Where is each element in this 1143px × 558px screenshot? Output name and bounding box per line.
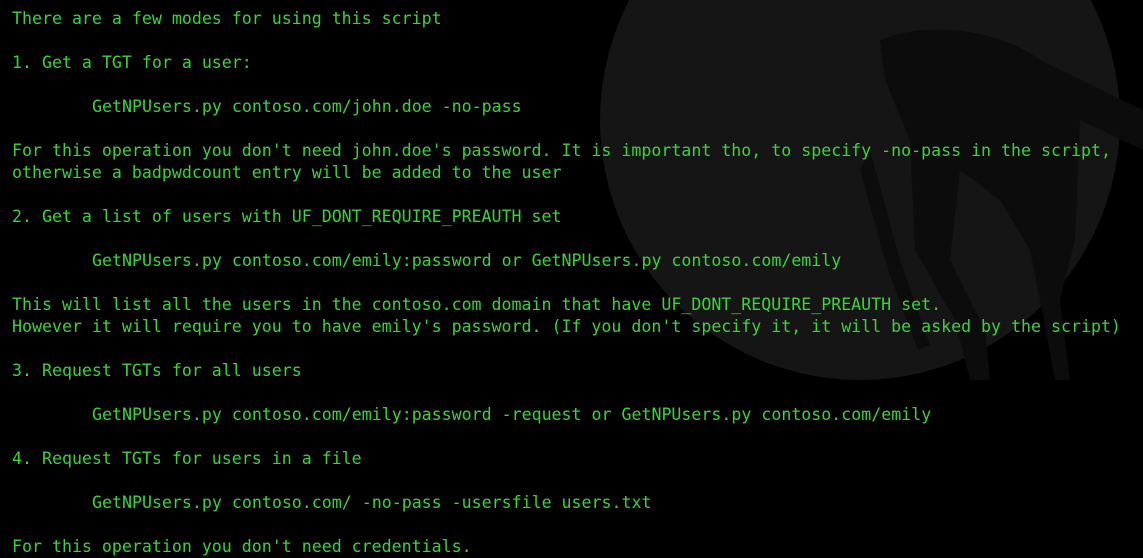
terminal-line: GetNPUsers.py contoso.com/john.doe -no-p…	[92, 97, 522, 116]
terminal-line: GetNPUsers.py contoso.com/ -no-pass -use…	[92, 493, 652, 512]
terminal-line: For this operation you don't need creden…	[12, 537, 472, 556]
terminal-line: However it will require you to have emil…	[12, 317, 1121, 336]
terminal-line: For this operation you don't need john.d…	[12, 141, 1111, 160]
terminal-window[interactable]: There are a few modes for using this scr…	[0, 0, 1143, 558]
terminal-line: 3. Request TGTs for all users	[12, 361, 302, 380]
terminal-output: There are a few modes for using this scr…	[12, 8, 1143, 558]
terminal-line: GetNPUsers.py contoso.com/emily:password…	[92, 251, 842, 270]
terminal-line: There are a few modes for using this scr…	[12, 9, 442, 28]
terminal-line: 2. Get a list of users with UF_DONT_REQU…	[12, 207, 562, 226]
terminal-line: 4. Request TGTs for users in a file	[12, 449, 362, 468]
terminal-line: This will list all the users in the cont…	[12, 295, 942, 314]
terminal-line: 1. Get a TGT for a user:	[12, 53, 252, 72]
terminal-line: otherwise a badpwdcount entry will be ad…	[12, 163, 562, 182]
terminal-line: GetNPUsers.py contoso.com/emily:password…	[92, 405, 932, 424]
